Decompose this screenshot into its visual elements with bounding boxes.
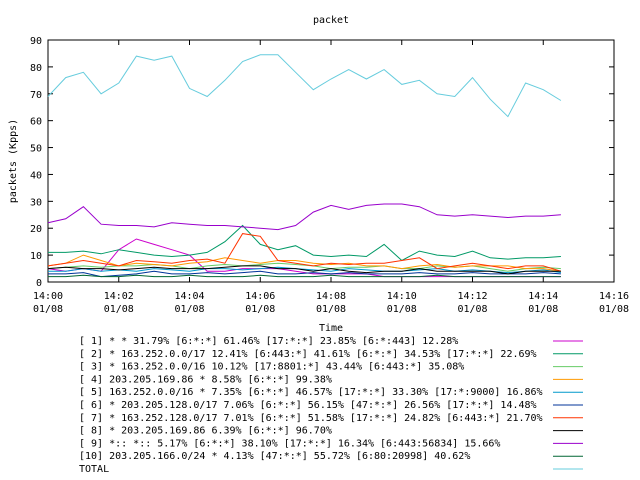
- legend-label: [ 4] 203.205.169.86 * 8.58% [6:*:*] 99.3…: [79, 374, 332, 385]
- legend: [ 1] * * 31.79% [6:*:*] 61.46% [17:*:*] …: [79, 336, 583, 475]
- x-tick-label-time: 14:04: [174, 291, 204, 302]
- series-line-9: [47, 203, 561, 231]
- legend-label: [ 3] * 163.252.0.0/16 10.12% [17:8801:*]…: [79, 362, 464, 373]
- x-tick-label-date: 01/08: [104, 304, 134, 315]
- x-tick-label-time: 14:06: [245, 291, 275, 302]
- y-axis-label: packets (Kpps): [8, 119, 19, 203]
- legend-label: [ 8] * 203.205.169.86 6.39% [6:*:*] 96.7…: [79, 426, 332, 437]
- legend-label: [ 2] * 163.252.0.0/17 12.41% [6:443:*] 4…: [79, 349, 537, 360]
- x-tick-label-date: 01/08: [599, 304, 629, 315]
- plot-frame: [47, 39, 615, 283]
- y-tick-label: 40: [30, 170, 42, 181]
- packet-chart: packet 0 10 20 30 40 50 60 70 80 90 14:00 01/08 14:…: [8, 15, 629, 475]
- y-tick-label: 60: [30, 117, 42, 128]
- series-line-10: [48, 274, 561, 278]
- x-tick-label-time: 14:16: [599, 291, 629, 302]
- legend-label: [ 1] * * 31.79% [6:*:*] 61.46% [17:*:*] …: [79, 336, 458, 347]
- legend-label: TOTAL: [79, 464, 109, 475]
- y-tick-label: 20: [30, 224, 42, 235]
- x-tick-label-time: 14:12: [457, 291, 487, 302]
- legend-label: [10] 203.205.166.0/24 * 4.13% [47:*:*] 5…: [79, 451, 470, 462]
- x-tick-label-time: 14:02: [104, 291, 134, 302]
- series-line-11: [47, 54, 562, 118]
- x-tick-label-date: 01/08: [457, 304, 487, 315]
- x-tick-label-date: 01/08: [33, 304, 63, 315]
- y-tick-label: 10: [30, 251, 42, 262]
- x-tick-label-date: 01/08: [245, 304, 275, 315]
- x-tick-label-date: 01/08: [528, 304, 558, 315]
- x-tick-label-time: 14:14: [528, 291, 558, 302]
- y-tick-label: 30: [30, 197, 42, 208]
- x-tick-label-date: 01/08: [174, 304, 204, 315]
- x-tick-label-time: 14:10: [387, 291, 417, 302]
- x-tick-label-time: 14:00: [33, 291, 63, 302]
- x-tick-label-date: 01/08: [387, 304, 417, 315]
- series-line-2: [48, 224, 561, 262]
- legend-label: [ 9] *:: *:: 5.17% [6:*:*] 38.10% [17:*:…: [79, 438, 500, 449]
- series-lines: [47, 54, 562, 278]
- x-tick-label-date: 01/08: [316, 304, 346, 315]
- y-tick-label: 70: [30, 90, 42, 101]
- legend-label: [ 5] 163.252.0.0/16 * 7.35% [6:*:*] 46.5…: [79, 387, 543, 398]
- y-tick-label: 0: [36, 278, 42, 289]
- y-tick-label: 50: [30, 144, 42, 155]
- x-axis-label: Time: [319, 323, 343, 334]
- y-tick-label: 90: [30, 36, 42, 47]
- legend-label: [ 6] * 203.205.128.0/17 7.06% [6:*:*] 56…: [79, 400, 537, 411]
- x-tick-label-time: 14:08: [316, 291, 346, 302]
- legend-label: [ 7] * 163.252.128.0/17 7.01% [6:*:*] 51…: [79, 413, 543, 424]
- y-tick-label: 80: [30, 63, 42, 74]
- chart-title: packet: [313, 15, 349, 26]
